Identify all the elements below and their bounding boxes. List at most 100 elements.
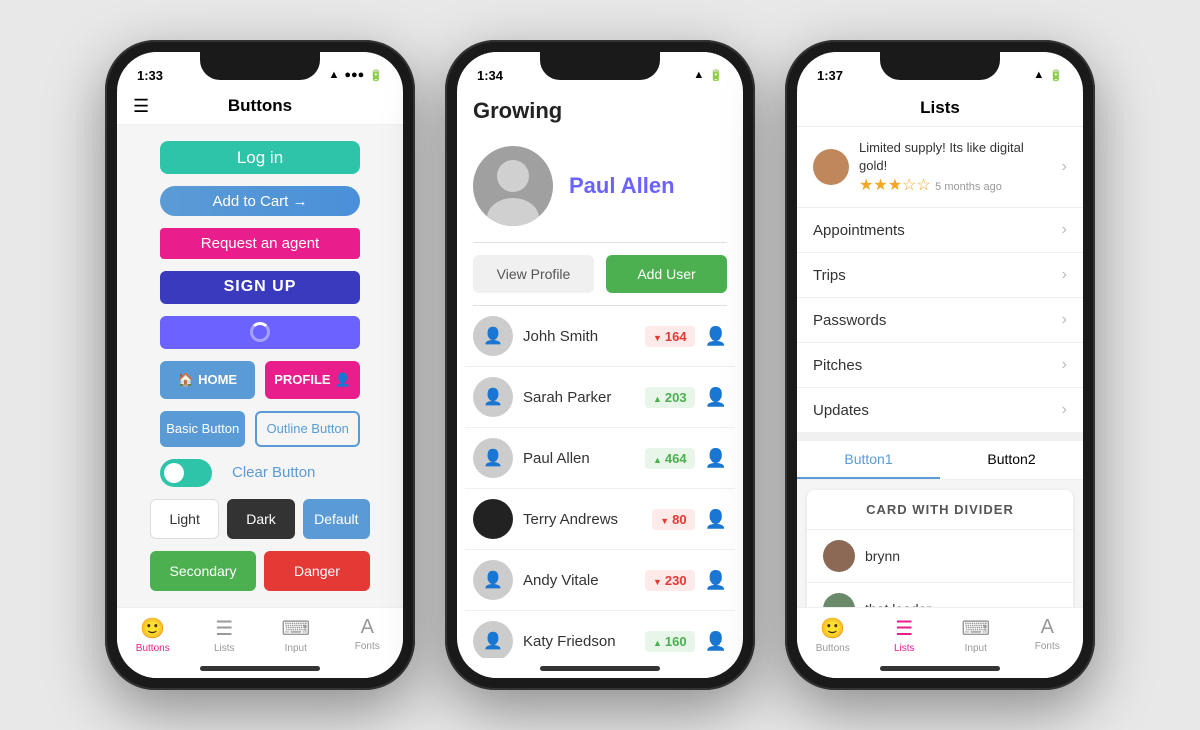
signup-button[interactable]: SIGN UP <box>160 271 360 304</box>
tab-lists[interactable]: ☰ Lists <box>189 616 261 654</box>
change-badge: 230 <box>645 570 695 591</box>
user-name: Paul Allen <box>523 450 635 467</box>
user-icon[interactable]: 👤 <box>705 631 727 652</box>
avatar: 👤 <box>473 560 513 600</box>
login-button[interactable]: Log in <box>160 141 360 174</box>
review-text: Limited supply! Its like digital gold! <box>859 139 1052 175</box>
avatar <box>473 146 553 226</box>
user-icon[interactable]: 👤 <box>705 570 727 591</box>
home-bar <box>540 666 660 671</box>
loading-button[interactable] <box>160 316 360 349</box>
user-name: Johh Smith <box>523 328 635 345</box>
tab-bar: 🙂 Buttons ☰ Lists ⌨ Input A Fonts <box>117 607 403 658</box>
profile-button[interactable]: PROFILE 👤 <box>265 361 360 399</box>
notch <box>880 52 1000 80</box>
page-title: Lists <box>920 98 960 118</box>
card-avatar <box>823 593 855 607</box>
secondary-button[interactable]: Secondary <box>150 551 256 591</box>
time-display: 1:34 <box>477 68 503 83</box>
tab-bar: 🙂 Buttons ☰ Lists ⌨ Input A Fonts <box>797 607 1083 658</box>
default-button[interactable]: Default <box>303 499 370 539</box>
list-label: Pitches <box>813 357 862 374</box>
tab-button1[interactable]: Button1 <box>797 441 940 479</box>
fonts-icon: A <box>1041 616 1054 639</box>
arrow-down-icon <box>653 573 662 588</box>
list-item-pitches[interactable]: Pitches › <box>797 343 1083 388</box>
home-icon: 🏠 <box>178 372 194 388</box>
outline-button[interactable]: Outline Button <box>255 411 360 447</box>
avatar: 👤 <box>473 438 513 478</box>
arrow-down-icon <box>653 329 662 344</box>
basic-outline-row: Basic Button Outline Button <box>160 411 360 447</box>
lists-header: Lists <box>797 88 1083 127</box>
time-display: 1:33 <box>137 68 163 83</box>
list-item-appointments[interactable]: Appointments › <box>797 208 1083 253</box>
view-profile-button[interactable]: View Profile <box>473 255 594 293</box>
danger-button[interactable]: Danger <box>264 551 370 591</box>
secondary-danger-row: Secondary Danger <box>150 551 370 591</box>
basic-button[interactable]: Basic Button <box>160 411 245 447</box>
light-button[interactable]: Light <box>150 499 219 539</box>
dark-button[interactable]: Dark <box>227 499 294 539</box>
list-item-trips[interactable]: Trips › <box>797 253 1083 298</box>
chevron-right-icon: › <box>1062 311 1067 329</box>
toggle-button[interactable] <box>160 459 212 487</box>
menu-icon[interactable]: ☰ <box>133 96 149 117</box>
user-icon[interactable]: 👤 <box>705 387 727 408</box>
card-list-item[interactable]: brynn <box>807 530 1073 583</box>
tab-buttons[interactable]: 🙂 Buttons <box>797 616 869 654</box>
profile-section: Paul Allen <box>457 130 743 242</box>
clear-button[interactable]: Clear Button <box>232 464 315 481</box>
add-to-cart-button[interactable]: Add to Cart → <box>160 186 360 216</box>
home-bar <box>880 666 1000 671</box>
user-icon[interactable]: 👤 <box>705 509 727 530</box>
growing-header: Growing <box>457 88 743 130</box>
change-badge: 160 <box>645 631 695 652</box>
smiley-icon: 🙂 <box>820 616 845 641</box>
chevron-right-icon: › <box>1062 356 1067 374</box>
tab-buttons[interactable]: 🙂 Buttons <box>117 616 189 654</box>
time-display: 1:37 <box>817 68 843 83</box>
chevron-right-icon: › <box>1062 221 1067 239</box>
input-icon: ⌨ <box>961 616 990 641</box>
avatar <box>473 499 513 539</box>
change-badge: 164 <box>645 326 695 347</box>
list-icon: ☰ <box>215 616 233 641</box>
tab-input[interactable]: ⌨ Input <box>260 616 332 654</box>
card-list-item[interactable]: thot leader <box>807 583 1073 607</box>
review-card[interactable]: Limited supply! Its like digital gold! ★… <box>797 127 1083 208</box>
wifi-icon: ▲ <box>693 69 704 81</box>
avatar: 👤 <box>473 377 513 417</box>
list-item-updates[interactable]: Updates › <box>797 388 1083 433</box>
status-icons: ▲ 🔋 <box>693 69 723 82</box>
tab-fonts[interactable]: A Fonts <box>332 616 404 654</box>
tab-lists[interactable]: ☰ Lists <box>869 616 941 654</box>
avatar: 👤 <box>473 316 513 356</box>
user-row: 👤 Paul Allen 464 👤 <box>465 428 735 489</box>
add-user-button[interactable]: Add User <box>606 255 727 293</box>
battery-icon: 🔋 <box>1049 69 1063 82</box>
change-badge: 80 <box>652 509 694 530</box>
user-name: Andy Vitale <box>523 572 635 589</box>
list-item-passwords[interactable]: Passwords › <box>797 298 1083 343</box>
user-icon[interactable]: 👤 <box>705 448 727 469</box>
header-bar: ☰ Buttons <box>117 88 403 125</box>
chevron-right-icon: › <box>1062 158 1067 176</box>
app-title: Growing <box>473 98 727 124</box>
home-indicator <box>797 658 1083 678</box>
user-name: Sarah Parker <box>523 389 635 406</box>
page-title: Buttons <box>228 96 292 116</box>
tab-fonts[interactable]: A Fonts <box>1012 616 1084 654</box>
request-agent-button[interactable]: Request an agent <box>160 228 360 258</box>
user-row: 👤 Johh Smith 164 👤 <box>465 306 735 367</box>
tab-button2[interactable]: Button2 <box>940 441 1083 479</box>
home-indicator <box>117 658 403 678</box>
tab-input[interactable]: ⌨ Input <box>940 616 1012 654</box>
home-button[interactable]: 🏠 HOME <box>160 361 255 399</box>
list-label: Updates <box>813 402 869 419</box>
notch <box>200 52 320 80</box>
phones-container: 1:33 ▲ ●●● 🔋 ☰ Buttons Log in Add to Car… <box>85 20 1115 710</box>
arrow-up-icon <box>653 634 662 649</box>
user-icon[interactable]: 👤 <box>705 326 727 347</box>
phone-growing: 1:34 ▲ 🔋 Growing <box>445 40 755 690</box>
